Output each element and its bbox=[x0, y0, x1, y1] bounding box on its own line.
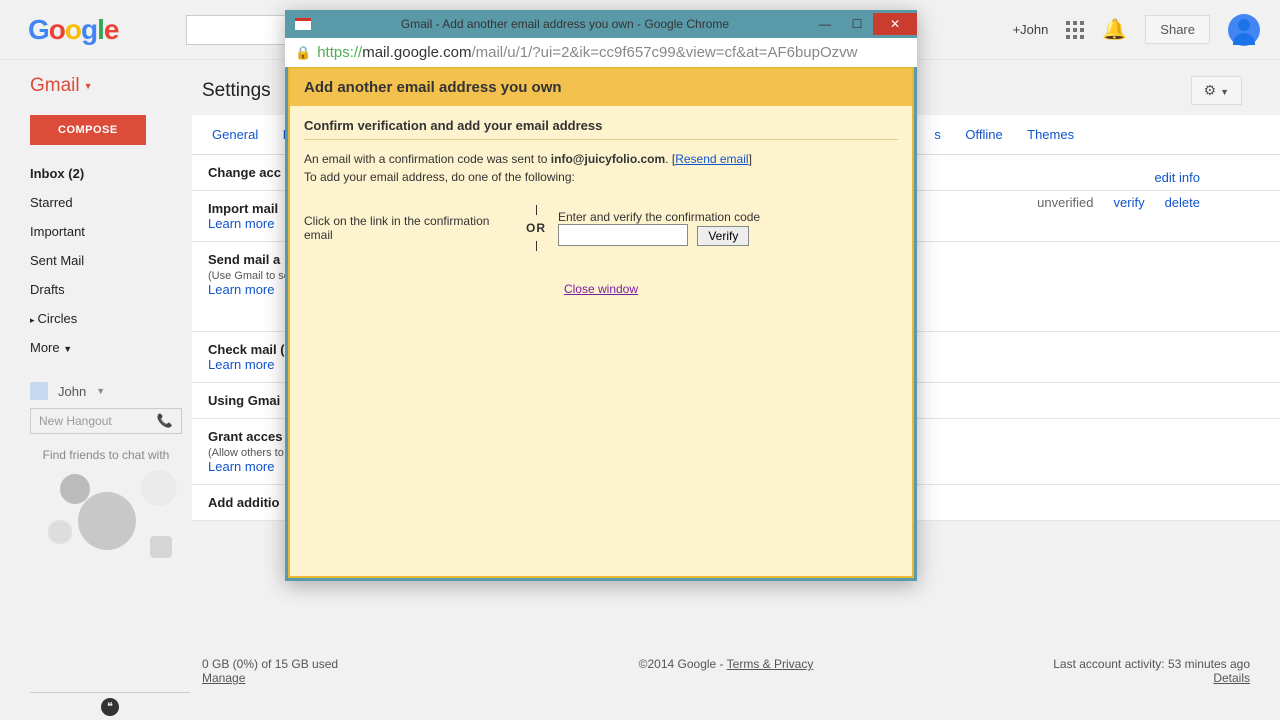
row-label: Send mail a bbox=[208, 252, 280, 267]
new-hangout-input[interactable]: New Hangout 📞 bbox=[30, 408, 182, 434]
close-button[interactable]: ✕ bbox=[873, 13, 917, 35]
close-window-link[interactable]: Close window bbox=[564, 282, 638, 296]
learn-more-link[interactable]: Learn more bbox=[208, 459, 274, 474]
verify-button[interactable]: Verify bbox=[697, 226, 749, 246]
or-divider: OR bbox=[526, 211, 546, 245]
row-label: Import mail bbox=[208, 201, 278, 216]
popup-address-bar[interactable]: 🔒 https://mail.google.com/mail/u/1/?ui=2… bbox=[285, 38, 917, 67]
google-logo[interactable]: Google bbox=[28, 14, 118, 46]
msg-part2: To add your email address, do one of the… bbox=[304, 170, 575, 184]
unverified-label: unverified bbox=[1037, 195, 1093, 210]
hangouts-username: John bbox=[58, 384, 86, 399]
page-title: Settings bbox=[202, 80, 271, 102]
minimize-button[interactable]: — bbox=[809, 13, 841, 35]
storage-usage: 0 GB (0%) of 15 GB used bbox=[202, 657, 338, 671]
sidebar-item-circles[interactable]: ▸Circles bbox=[30, 304, 192, 333]
footer-right: Last account activity: 53 minutes ago De… bbox=[1053, 657, 1250, 685]
apps-icon[interactable] bbox=[1066, 21, 1084, 39]
manage-link[interactable]: Manage bbox=[202, 671, 245, 685]
mail-actions: edit info unverified verify delete bbox=[1037, 165, 1200, 215]
smile-bubble-icon bbox=[48, 520, 72, 544]
popup-titlebar[interactable]: Gmail - Add another email address you ow… bbox=[285, 10, 917, 38]
url-path: /mail/u/1/?ui=2&ik=cc9f657c99&view=cf&at… bbox=[471, 44, 857, 61]
target-email: info@juicyfolio.com bbox=[551, 152, 665, 166]
dropdown-arrow-icon: ▼ bbox=[63, 344, 72, 354]
maximize-button[interactable]: ☐ bbox=[841, 13, 873, 35]
option-enter-code: Enter and verify the confirmation code bbox=[558, 210, 898, 224]
row-label: Grant acces bbox=[208, 429, 282, 444]
sidebar-item-starred[interactable]: Starred bbox=[30, 188, 192, 217]
popup-body: Confirm verification and add your email … bbox=[288, 106, 914, 578]
footer-left: 0 GB (0%) of 15 GB used Manage bbox=[202, 657, 338, 685]
tab-labs[interactable]: s bbox=[924, 115, 951, 154]
camera-icon bbox=[150, 536, 172, 558]
verify-options: Click on the link in the confirmation em… bbox=[304, 210, 898, 246]
confirmation-code-input[interactable] bbox=[558, 224, 688, 246]
hangouts-graphic bbox=[30, 470, 182, 560]
sidebar-item-sent[interactable]: Sent Mail bbox=[30, 246, 192, 275]
dropdown-arrow-icon: ▼ bbox=[1220, 87, 1229, 97]
popup-message: An email with a confirmation code was se… bbox=[304, 150, 898, 186]
compose-button[interactable]: COMPOSE bbox=[30, 115, 146, 145]
details-link[interactable]: Details bbox=[1213, 671, 1250, 685]
popup-header: Add another email address you own bbox=[288, 67, 914, 106]
footer: 0 GB (0%) of 15 GB used Manage ©2014 Goo… bbox=[202, 657, 1250, 685]
quote-bubble-icon bbox=[78, 492, 136, 550]
user-avatar-small bbox=[30, 382, 48, 400]
sidebar-item-important[interactable]: Important bbox=[30, 217, 192, 246]
popup-window: Gmail - Add another email address you ow… bbox=[285, 10, 917, 581]
dropdown-arrow-icon: ▼ bbox=[84, 81, 93, 91]
tab-themes[interactable]: Themes bbox=[1017, 115, 1084, 154]
gear-button[interactable]: ⚙ ▼ bbox=[1191, 76, 1242, 105]
delete-link[interactable]: delete bbox=[1165, 195, 1200, 210]
footer-mid: ©2014 Google - Terms & Privacy bbox=[639, 657, 814, 671]
phone-icon[interactable]: 📞 bbox=[157, 413, 173, 429]
hangouts-user[interactable]: John ▼ bbox=[30, 382, 192, 400]
learn-more-link[interactable]: Learn more bbox=[208, 357, 274, 372]
learn-more-link[interactable]: Learn more bbox=[208, 216, 274, 231]
terms-link[interactable]: Terms & Privacy bbox=[727, 657, 814, 671]
sidebar-item-inbox[interactable]: Inbox (2) bbox=[30, 159, 192, 188]
url-protocol: https:// bbox=[317, 44, 362, 61]
avatar[interactable] bbox=[1228, 14, 1260, 46]
edit-info-link[interactable]: edit info bbox=[1154, 170, 1200, 185]
url-domain: mail.google.com bbox=[362, 44, 471, 61]
popup-title-text: Gmail - Add another email address you ow… bbox=[321, 17, 809, 31]
learn-more-link[interactable]: Learn more bbox=[208, 282, 274, 297]
row-sublabel: (Allow others to r bbox=[208, 447, 291, 459]
share-button[interactable]: Share bbox=[1145, 15, 1210, 44]
activity-text: Last account activity: 53 minutes ago bbox=[1053, 657, 1250, 671]
verify-link[interactable]: verify bbox=[1114, 195, 1145, 210]
msg-part1: An email with a confirmation code was se… bbox=[304, 152, 547, 166]
hangouts-icon: ❝ bbox=[101, 698, 119, 716]
hangouts-bottom-bar[interactable]: ❝ bbox=[30, 692, 190, 720]
lock-icon: 🔒 bbox=[295, 45, 311, 61]
more-text: More bbox=[30, 340, 60, 355]
user-link[interactable]: +John bbox=[1013, 22, 1049, 37]
find-friends-text: Find friends to chat with bbox=[30, 448, 182, 462]
gmail-label-text: Gmail bbox=[30, 75, 80, 97]
tab-offline[interactable]: Offline bbox=[955, 115, 1012, 154]
sidebar-item-drafts[interactable]: Drafts bbox=[30, 275, 192, 304]
hi-bubble-icon bbox=[141, 470, 177, 506]
circles-text: Circles bbox=[38, 311, 78, 326]
resend-email-link[interactable]: Resend email bbox=[675, 152, 748, 166]
bell-icon[interactable]: 🔔 bbox=[1102, 17, 1127, 42]
popup-confirm-heading: Confirm verification and add your email … bbox=[304, 118, 898, 140]
gmail-dropdown[interactable]: Gmail ▼ bbox=[30, 75, 192, 97]
option-click-link: Click on the link in the confirmation em… bbox=[304, 214, 514, 242]
gmail-icon bbox=[295, 18, 311, 30]
dropdown-arrow-icon: ▼ bbox=[96, 386, 105, 396]
sidebar: Gmail ▼ COMPOSE Inbox (2) Starred Import… bbox=[0, 60, 192, 560]
tab-general[interactable]: General bbox=[202, 115, 268, 154]
hangout-placeholder: New Hangout bbox=[39, 414, 112, 428]
sidebar-more[interactable]: More ▼ bbox=[30, 333, 192, 362]
copyright-text: ©2014 Google - bbox=[639, 657, 724, 671]
